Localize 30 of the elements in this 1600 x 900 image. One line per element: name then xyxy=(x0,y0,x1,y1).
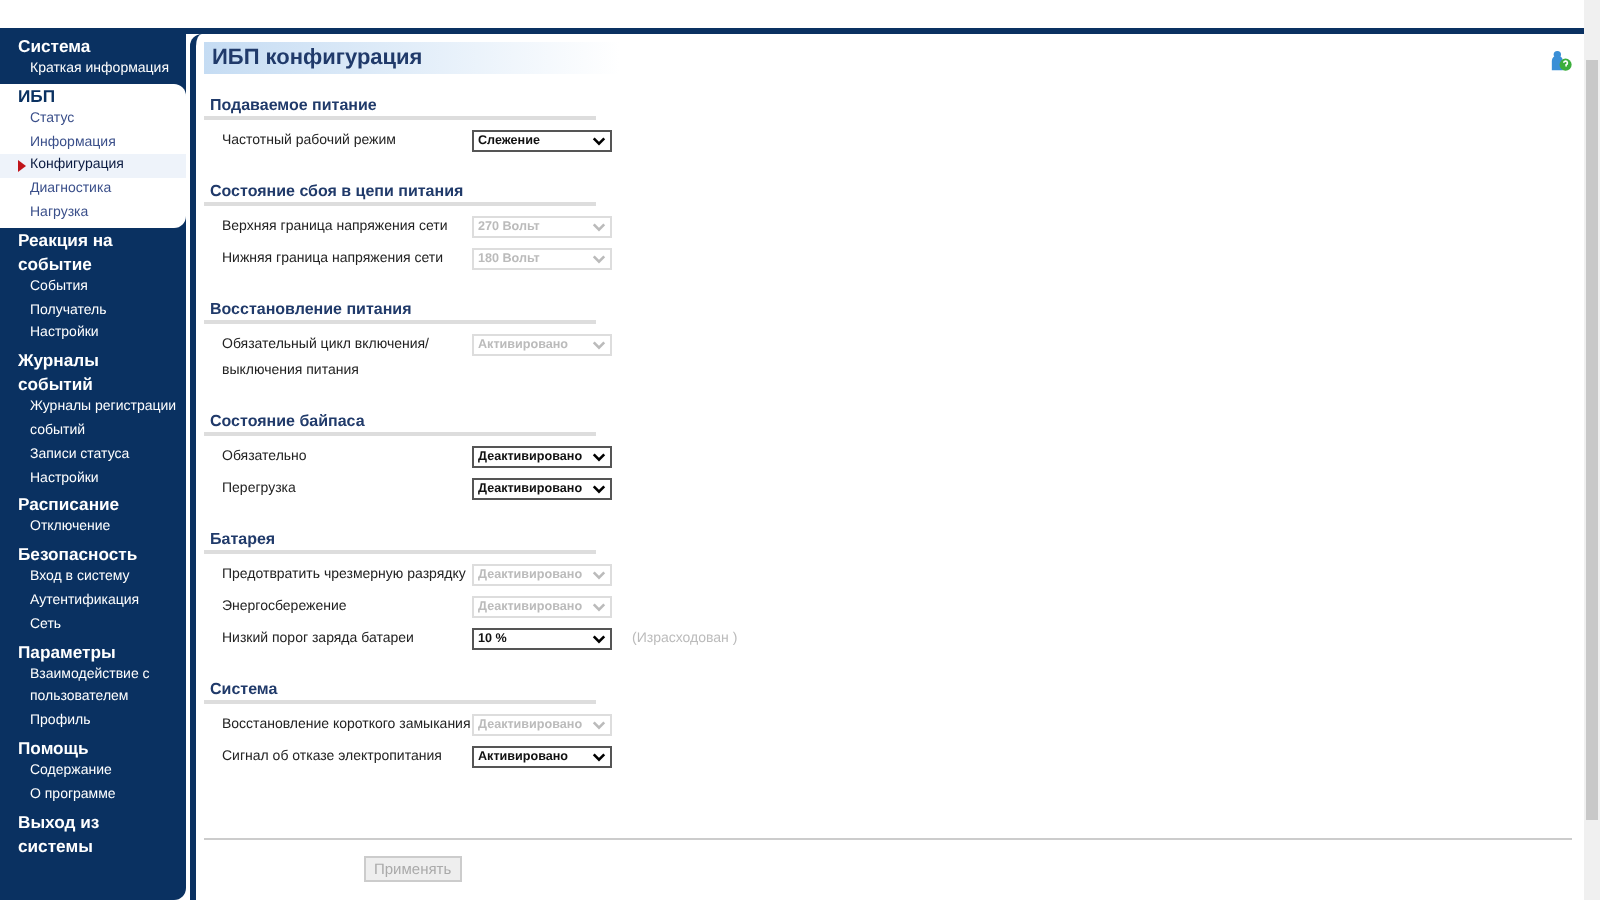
sidebar-group-link[interactable]: ИБП xyxy=(0,83,186,108)
sidebar-group-link[interactable]: Безопасность xyxy=(0,542,186,567)
sidebar-group-link[interactable]: Помощь xyxy=(0,735,186,760)
caret-icon xyxy=(592,340,606,350)
sidebar-group-link[interactable]: Выход из системы xyxy=(0,809,186,858)
section-heading: Батарея xyxy=(204,526,596,554)
help-icon[interactable] xyxy=(1550,49,1572,71)
caret-icon xyxy=(592,602,606,612)
section-heading: Состояние байпаса xyxy=(204,408,596,436)
scrollbar[interactable] xyxy=(1584,0,1600,900)
caret-icon xyxy=(592,634,606,644)
caret-icon xyxy=(592,136,606,146)
sidebar-group-link[interactable]: Журналы событий xyxy=(0,348,186,397)
scrollbar-thumb[interactable] xyxy=(1586,60,1598,820)
section-heading: Подаваемое питание xyxy=(204,92,596,120)
sidebar-group-link[interactable]: Расписание xyxy=(0,492,186,517)
sidebar-group-link[interactable]: Реакция на событие xyxy=(0,227,186,276)
caret-icon xyxy=(592,752,606,762)
section-heading: Восстановление питания xyxy=(204,296,596,324)
caret-icon xyxy=(592,484,606,494)
caret-icon xyxy=(592,570,606,580)
caret-icon xyxy=(592,720,606,730)
sidebar-group-link[interactable]: Параметры xyxy=(0,639,186,664)
caret-icon xyxy=(592,254,606,264)
section-heading: Система xyxy=(204,676,596,704)
section-heading: Состояние сбоя в цепи питания xyxy=(204,178,596,206)
caret-icon xyxy=(592,222,606,232)
sidebar-group-link[interactable]: Система xyxy=(0,34,186,58)
pointer-icon xyxy=(18,160,26,173)
caret-icon xyxy=(592,452,606,462)
